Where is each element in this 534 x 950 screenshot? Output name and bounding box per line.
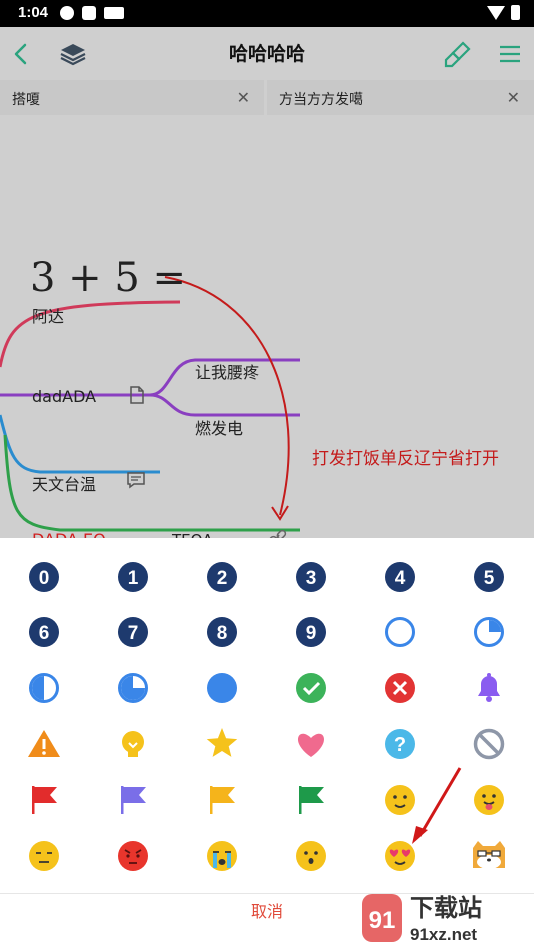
- close-icon[interactable]: ✕: [237, 88, 250, 107]
- brush-icon[interactable]: [443, 39, 473, 69]
- tab-first[interactable]: 搭嗄 ✕: [0, 80, 264, 115]
- svg-text:5: 5: [484, 568, 495, 589]
- comment-icon[interactable]: [126, 471, 146, 489]
- node-tianwen[interactable]: 天文台温: [32, 471, 96, 495]
- node-ada[interactable]: 阿达: [32, 303, 64, 327]
- surprised-face-icon[interactable]: [296, 841, 326, 871]
- number-6-icon[interactable]: 6: [29, 617, 59, 647]
- svg-text:6: 6: [39, 623, 50, 644]
- question-icon[interactable]: ?: [385, 729, 415, 759]
- svg-text:2: 2: [217, 568, 228, 589]
- star-icon[interactable]: [206, 728, 238, 757]
- highlight-arrow: [412, 767, 462, 844]
- tab-second[interactable]: 方当方方发噶 ✕: [267, 80, 534, 115]
- annotation-arrow: [164, 276, 290, 516]
- annotation-text[interactable]: 打发打饭单反辽宁省打开: [312, 445, 512, 473]
- cross-icon[interactable]: [385, 673, 415, 703]
- app-notification-icon: [60, 6, 74, 20]
- lightbulb-icon[interactable]: [122, 731, 144, 757]
- warning-icon[interactable]: [28, 730, 60, 757]
- branch-purple-bottom: [149, 393, 300, 417]
- green-flag-icon[interactable]: [299, 786, 324, 814]
- svg-text:1: 1: [128, 568, 139, 589]
- neutral-face-icon[interactable]: [29, 841, 59, 871]
- number-2-icon[interactable]: 2: [207, 562, 237, 592]
- number-7-icon[interactable]: 7: [118, 617, 148, 647]
- number-4-icon[interactable]: 4: [385, 562, 415, 592]
- cat-face-icon[interactable]: [473, 841, 505, 869]
- forbidden-icon[interactable]: [473, 728, 505, 760]
- svg-text:8: 8: [217, 623, 228, 644]
- progress-full-icon[interactable]: [207, 673, 237, 703]
- svg-text:4: 4: [395, 568, 406, 589]
- battery-icon: [511, 5, 520, 20]
- site-watermark-logo: 91 下载站 91xz.net: [362, 894, 482, 944]
- angry-face-icon[interactable]: [118, 841, 148, 871]
- status-right: [487, 5, 520, 20]
- yellow-flag-icon[interactable]: [210, 786, 235, 814]
- node-ranfa[interactable]: 燃发电: [195, 415, 243, 439]
- number-8-icon[interactable]: 8: [207, 617, 237, 647]
- node-rangwo[interactable]: 让我腰疼: [195, 359, 259, 383]
- heart-icon[interactable]: [297, 733, 325, 757]
- svg-text:?: ?: [394, 734, 406, 756]
- number-0-icon[interactable]: 0: [29, 562, 59, 592]
- branch-blue: [0, 414, 160, 474]
- formula-text[interactable]: 3 + 5 =: [30, 255, 186, 301]
- tongue-face-icon[interactable]: [474, 785, 504, 815]
- app-background: 哈哈哈哈 搭嗄 ✕ 方当方方发噶 ✕ 3 + 5 = 阿达 dadADA 让我腰…: [0, 27, 534, 549]
- wifi-icon: [487, 5, 505, 20]
- crying-face-icon[interactable]: [207, 841, 237, 871]
- progress-half-icon[interactable]: [29, 673, 59, 703]
- text-notification-icon: [82, 6, 96, 20]
- svg-text:9: 9: [306, 623, 317, 644]
- status-time: 1:04: [18, 4, 49, 21]
- status-bar: 1:04: [0, 0, 534, 27]
- node-dadada[interactable]: dadADA: [32, 387, 96, 406]
- bell-icon[interactable]: [478, 673, 500, 702]
- number-5-icon[interactable]: 5: [474, 562, 504, 592]
- mindmap-canvas[interactable]: 3 + 5 = 阿达 dadADA 让我腰疼 燃发电 天文台温 DADA EQ …: [0, 115, 534, 549]
- number-1-icon[interactable]: 1: [118, 562, 148, 592]
- status-icons: [60, 6, 124, 20]
- number-9-icon[interactable]: 9: [296, 617, 326, 647]
- svg-text:下载站: 下载站: [410, 894, 482, 922]
- progress-quarter-icon[interactable]: [474, 617, 504, 647]
- svg-text:3: 3: [306, 568, 317, 589]
- close-icon[interactable]: ✕: [507, 88, 520, 107]
- progress-three-quarter-icon[interactable]: [118, 673, 148, 703]
- tab-label: 搭嗄: [12, 92, 40, 108]
- svg-text:91xz.net: 91xz.net: [410, 925, 477, 944]
- svg-text:91: 91: [369, 907, 396, 934]
- marker-picker-panel: 0 1 2 3 4 5 6 7 8 9? 取消 91 下载站 91xz.net: [0, 538, 534, 950]
- purple-flag-icon[interactable]: [121, 786, 146, 814]
- red-flag-icon[interactable]: [32, 786, 57, 814]
- check-icon[interactable]: [296, 673, 326, 703]
- top-bar: 哈哈哈哈: [0, 27, 534, 80]
- tab-strip: 搭嗄 ✕ 方当方方发噶 ✕: [0, 80, 534, 115]
- note-document-icon[interactable]: [128, 385, 146, 405]
- svg-text:7: 7: [128, 623, 139, 644]
- progress-empty-icon[interactable]: [385, 617, 415, 647]
- svg-text:0: 0: [39, 568, 50, 589]
- menu-icon[interactable]: [495, 39, 525, 69]
- branch-red: [0, 300, 181, 368]
- number-3-icon[interactable]: 3: [296, 562, 326, 592]
- tab-label: 方当方方发噶: [279, 92, 363, 108]
- nfc-notification-icon: [104, 7, 124, 19]
